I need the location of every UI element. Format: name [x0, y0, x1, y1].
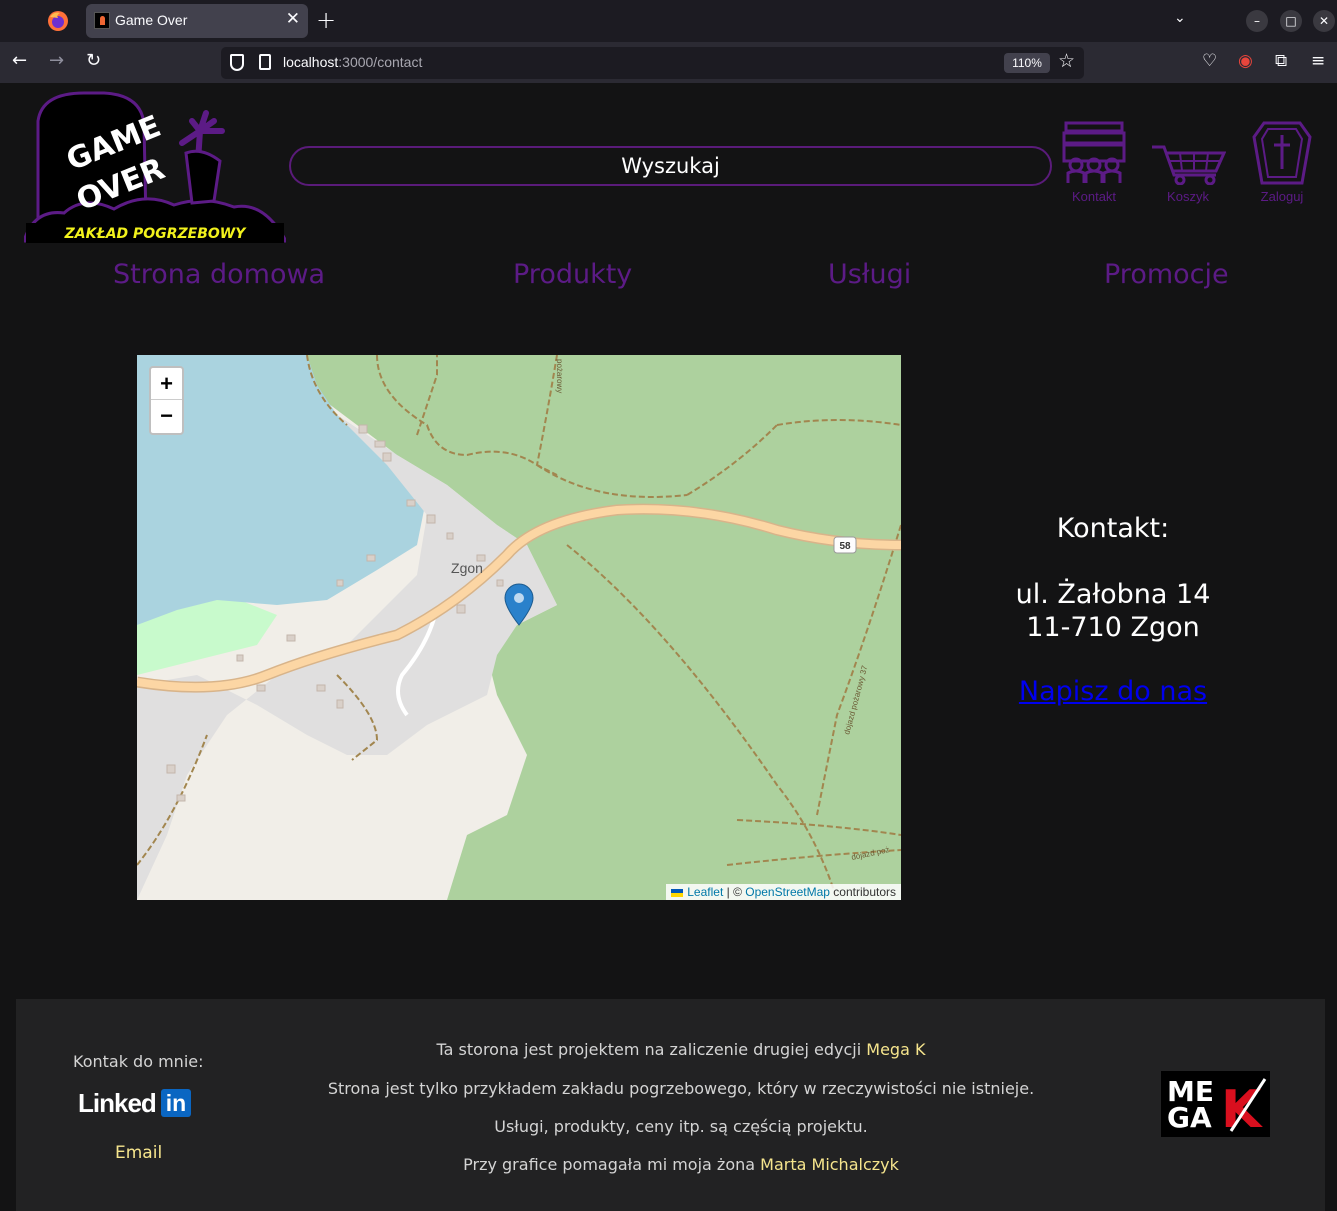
forward-icon[interactable]: → — [49, 50, 64, 71]
browser-tab[interactable]: Game Over ✕ — [86, 4, 308, 38]
contact-info: Kontakt: ul. Żałobna 14 11-710 Zgon Napi… — [980, 513, 1246, 707]
game-over-logo[interactable]: GAME OVER ZAKŁAD POGRZEBOWY — [24, 91, 286, 245]
footer-line-3: Usługi, produkty, ceny itp. są częścią p… — [494, 1117, 868, 1136]
menu-promotions-link[interactable]: Promocje — [1104, 259, 1229, 290]
close-window-icon[interactable]: ✕ — [1313, 10, 1335, 32]
header-cart-link[interactable]: Koszyk — [1148, 121, 1228, 204]
tab-title: Game Over — [115, 12, 188, 28]
tab-list-chevron-icon[interactable]: ⌄ — [1174, 10, 1186, 26]
browser-tab-bar: Game Over ✕ + ⌄ – □ ✕ — [0, 0, 1337, 42]
page-icon[interactable] — [259, 54, 271, 70]
cart-icon — [1152, 145, 1226, 185]
map-zoom-control: + − — [149, 366, 184, 435]
menu-products-link[interactable]: Produkty — [513, 259, 632, 290]
url-text[interactable]: localhost:3000/contact — [283, 54, 422, 70]
browser-nav-bar: ← → ↻ localhost:3000/contact 110% ☆ ♡ ◉ … — [0, 42, 1337, 83]
header-login-label: Zaloguj — [1260, 189, 1304, 204]
contact-city: 11-710 Zgon — [1026, 612, 1200, 643]
svg-text:K: K — [1221, 1080, 1263, 1137]
footer-line-4: Przy grafice pomagała mi moja żona Marta… — [463, 1155, 899, 1174]
map-zoom-out-button[interactable]: − — [151, 400, 182, 432]
svg-text:GA: GA — [1167, 1101, 1212, 1134]
extension-icon[interactable]: ◉ — [1238, 51, 1253, 71]
new-tab-icon[interactable]: + — [316, 6, 336, 34]
osm-link[interactable]: OpenStreetMap — [745, 885, 830, 899]
shield-icon[interactable] — [230, 54, 244, 71]
map-road-number: 58 — [839, 541, 851, 552]
header-contact-link[interactable]: Kontakt — [1054, 121, 1134, 204]
contact-street: ul. Żałobna 14 — [1015, 579, 1211, 610]
footer-email-link[interactable]: Email — [115, 1143, 162, 1163]
footer-line-1: Ta storona jest projektem na zaliczenie … — [436, 1040, 926, 1059]
pocket-icon[interactable]: ♡ — [1202, 51, 1217, 71]
mega-k-logo[interactable]: ME GA K — [1161, 1071, 1270, 1137]
maximize-icon[interactable]: □ — [1280, 10, 1302, 32]
footer-line-2: Strona jest tylko przykładem zakładu pog… — [327, 1079, 1035, 1098]
header-contact-label: Kontakt — [1071, 189, 1117, 204]
bookmark-star-icon[interactable]: ☆ — [1058, 50, 1075, 72]
back-icon[interactable]: ← — [12, 50, 27, 71]
map-road-label: pożarowy — [555, 359, 564, 393]
footer-contact-label: Kontak do mnie: — [73, 1052, 204, 1071]
logo-subtitle: ZAKŁAD POGRZEBOWY — [64, 226, 248, 242]
page: GAME OVER ZAKŁAD POGRZEBOWY Wyszukaj Kon… — [0, 83, 1337, 1211]
tab-favicon-icon — [94, 12, 110, 29]
location-map[interactable]: Zgon 58 dojazd pożarowy 37 dojazd poż po… — [137, 355, 901, 900]
coffin-icon — [1252, 121, 1312, 185]
menu-services-link[interactable]: Usługi — [828, 259, 911, 290]
hearse-icon — [1062, 121, 1126, 183]
marta-michalczyk-link[interactable]: Marta Michalczyk — [760, 1155, 899, 1174]
firefox-icon[interactable] — [46, 9, 70, 33]
map-zoom-in-button[interactable]: + — [151, 368, 182, 400]
map-tiles: Zgon 58 dojazd pożarowy 37 dojazd poż po… — [137, 355, 901, 900]
search-input[interactable]: Wyszukaj — [289, 146, 1052, 186]
minimize-icon[interactable]: – — [1246, 10, 1268, 32]
footer: Kontak do mnie: Linked in Email Ta storo… — [16, 999, 1325, 1211]
leaflet-link[interactable]: Leaflet — [687, 885, 723, 899]
write-to-us-link[interactable]: Napisz do nas — [1019, 676, 1207, 707]
url-bar[interactable]: localhost:3000/contact 110% ☆ — [221, 47, 1084, 79]
contact-title: Kontakt: — [1056, 513, 1170, 544]
header-cart-label: Koszyk — [1167, 189, 1209, 204]
extensions-puzzle-icon[interactable]: ⧉ — [1275, 51, 1287, 71]
ukraine-flag-icon — [671, 888, 684, 897]
map-place-label: Zgon — [451, 560, 483, 576]
map-attribution: Leaflet | © OpenStreetMap contributors — [666, 884, 901, 900]
tab-close-icon[interactable]: ✕ — [286, 9, 300, 29]
mega-k-link[interactable]: Mega K — [866, 1040, 925, 1059]
menu-home-link[interactable]: Strona domowa — [113, 259, 325, 290]
header-login-link[interactable]: Zaloguj — [1242, 121, 1322, 204]
menu-hamburger-icon[interactable]: ≡ — [1311, 51, 1325, 71]
reload-icon[interactable]: ↻ — [86, 50, 101, 71]
zoom-level[interactable]: 110% — [1004, 53, 1050, 73]
